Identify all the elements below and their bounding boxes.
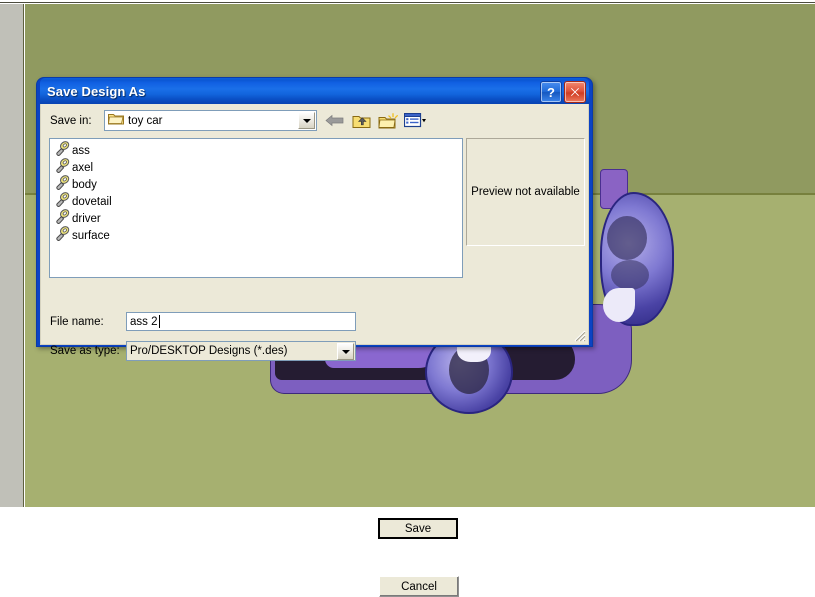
- titlebar-buttons: ?: [540, 81, 586, 103]
- help-button[interactable]: ?: [540, 81, 562, 103]
- list-item[interactable]: driver: [53, 208, 462, 227]
- list-item[interactable]: axel: [53, 157, 462, 176]
- preview-message: Preview not available: [471, 186, 580, 198]
- rear-wheel-hub-lower: [611, 260, 649, 290]
- new-folder-icon: [378, 112, 398, 128]
- file-name-input[interactable]: ass 2: [126, 312, 356, 331]
- list-item[interactable]: surface: [53, 225, 462, 246]
- file-name-label: dovetail: [72, 195, 112, 208]
- save-in-combobox[interactable]: toy car: [104, 110, 317, 131]
- resize-grip-icon: [574, 330, 586, 342]
- save-as-type-label-static: Save as type:: [50, 345, 120, 357]
- save-as-type-value: Pro/DESKTOP Designs (*.des): [130, 345, 288, 357]
- save-in-label: Save in:: [50, 115, 92, 127]
- save-design-as-dialog: Save Design As ? Save in: toy car ass ax…: [36, 77, 593, 597]
- list-item[interactable]: body: [53, 174, 462, 193]
- dialog-title: Save Design As: [47, 83, 146, 99]
- up-one-level-icon: [352, 115, 370, 128]
- resize-grip[interactable]: [572, 328, 586, 342]
- preview-pane: Preview not available: [466, 138, 585, 246]
- close-icon: [571, 88, 579, 96]
- file-name-label: axel: [72, 161, 94, 174]
- save-in-dropdown-arrow[interactable]: [298, 112, 315, 129]
- file-list[interactable]: ass axel body dovetail driver surface: [49, 138, 463, 278]
- file-name-label: body: [72, 178, 97, 191]
- save-in-value: toy car: [128, 114, 163, 127]
- save-as-type-dropdown-arrow[interactable]: [337, 343, 354, 360]
- list-item[interactable]: ass: [53, 140, 462, 159]
- list-item[interactable]: dovetail: [53, 191, 462, 210]
- design-file-icon: [55, 225, 70, 246]
- app-left-toolbar-panel[interactable]: [0, 4, 24, 507]
- rear-wheel-hub-upper: [607, 216, 647, 260]
- rear-wheel-highlight: [603, 288, 635, 322]
- save-in-row: Save in: toy car: [41, 110, 588, 134]
- app-top-divider: [0, 0, 815, 3]
- file-name-label: ass: [72, 144, 90, 157]
- dialog-toolbar: [323, 110, 426, 131]
- save-button[interactable]: Save: [378, 518, 458, 539]
- file-name-label: driver: [72, 212, 101, 225]
- back-button[interactable]: [323, 111, 345, 131]
- text-caret: [158, 315, 160, 328]
- create-new-folder-button[interactable]: [377, 111, 399, 131]
- save-as-type-combobox[interactable]: Pro/DESKTOP Designs (*.des): [126, 341, 356, 361]
- back-arrow-icon: [324, 114, 343, 127]
- file-name-input-value: ass 2: [130, 315, 158, 328]
- chevron-down-icon: [341, 349, 350, 354]
- chevron-down-icon: [302, 118, 311, 123]
- file-name-label-static: File name:: [50, 316, 104, 328]
- folder-icon: [108, 112, 124, 130]
- views-button[interactable]: [404, 111, 426, 131]
- close-button[interactable]: [564, 81, 586, 103]
- dialog-content: Save in: toy car ass axel body dovetail …: [40, 104, 589, 597]
- up-one-level-button[interactable]: [350, 111, 372, 131]
- cancel-button[interactable]: Cancel: [379, 576, 459, 597]
- file-name-label: surface: [72, 229, 110, 242]
- dialog-titlebar[interactable]: Save Design As ?: [40, 78, 589, 104]
- views-icon: [404, 113, 426, 128]
